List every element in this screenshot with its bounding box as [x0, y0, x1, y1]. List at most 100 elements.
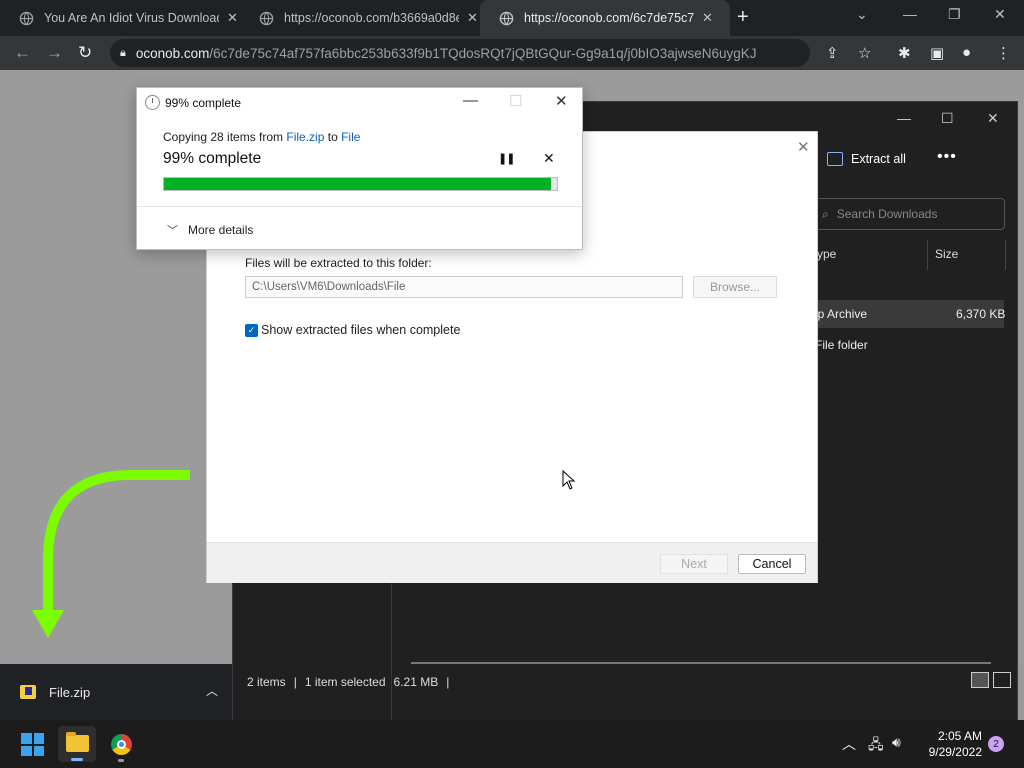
close-icon[interactable]: ✕ [987, 110, 999, 127]
new-tab-button[interactable]: + [737, 6, 749, 29]
close-icon[interactable]: ✕ [994, 6, 1006, 23]
status-separator: | [293, 675, 297, 689]
browser-toolbar: ← → ↻ 🔒︎ oconob.com/6c7de75c74af757fa6bb… [0, 36, 1024, 70]
column-divider[interactable] [927, 240, 928, 270]
horizontal-scrollbar[interactable] [411, 662, 991, 664]
windows-taskbar: ︿ 🖧︎ 🔊︎ 2:05 AM 9/29/2022 2 [0, 720, 1024, 768]
close-tab-icon[interactable]: ✕ [702, 10, 713, 26]
checkmark-icon[interactable]: ✓ [245, 323, 258, 337]
search-icon: ⌕ [822, 206, 829, 221]
pane-divider[interactable] [391, 572, 392, 722]
status-separator: | [446, 675, 450, 689]
minimize-icon[interactable]: — [463, 92, 478, 109]
source-link[interactable]: File.zip [286, 130, 324, 144]
url-domain: oconob.com [135, 45, 210, 61]
browser-tab-2[interactable]: https://oconob.com/b3669a0d8e ✕ [240, 0, 488, 36]
chrome-taskbar-button[interactable] [102, 726, 140, 762]
tab-title: https://oconob.com/b3669a0d8e [284, 11, 459, 25]
extensions-icon[interactable]: ✱ [898, 44, 911, 62]
chrome-icon [111, 734, 132, 755]
system-clock[interactable]: 2:05 AM 9/29/2022 [922, 728, 982, 760]
status-size: 6.21 MB [393, 675, 439, 689]
status-item-count: 2 items [247, 675, 286, 689]
more-options-button[interactable]: ••• [937, 148, 957, 166]
pause-icon[interactable]: ❚❚ [498, 152, 515, 165]
status-selected: 1 item selected [304, 675, 386, 689]
minimize-icon[interactable]: — [897, 110, 911, 126]
clock-time: 2:05 AM [937, 729, 982, 743]
close-tab-icon[interactable]: ✕ [467, 10, 478, 26]
column-header-type[interactable]: ype [817, 247, 836, 261]
close-tab-icon[interactable]: ✕ [227, 10, 238, 26]
progress-fill [164, 178, 552, 190]
explorer-status-bar: 2 items | 1 item selected 6.21 MB | [247, 675, 449, 689]
tiles-view-icon[interactable] [993, 672, 1011, 688]
progress-bar [163, 177, 558, 191]
globe-icon [498, 10, 514, 26]
cancel-button[interactable]: Cancel [738, 554, 806, 574]
close-icon[interactable]: ✕ [797, 138, 810, 156]
running-indicator [118, 759, 124, 762]
folder-icon [66, 732, 89, 752]
wizard-footer: Next Cancel [207, 542, 817, 583]
chevron-up-icon[interactable]: ︿ [206, 682, 218, 699]
reload-icon[interactable]: ↻ [78, 43, 92, 63]
next-button[interactable]: Next [660, 554, 728, 574]
browser-tab-strip: You Are An Idiot Virus Download ✕ https:… [0, 0, 1024, 36]
extract-all-button[interactable]: Extract all [827, 152, 906, 166]
file-explorer-taskbar-button[interactable] [58, 726, 96, 762]
green-arrow-icon [32, 470, 190, 638]
windows-start-icon[interactable] [21, 733, 44, 756]
search-downloads-input[interactable]: ⌕ Search Downloads [811, 198, 1005, 230]
address-bar[interactable]: 🔒︎ oconob.com/6c7de75c74af757fa6bbc253b6… [110, 39, 810, 67]
maximize-icon: ☐ [509, 93, 523, 110]
globe-icon [258, 10, 274, 26]
menu-icon[interactable]: ⋮ [996, 44, 1011, 62]
destination-path-field[interactable]: C:\Users\VM6\Downloads\File [245, 276, 683, 298]
maximize-icon[interactable]: ☐ [941, 110, 954, 127]
cancel-copy-icon[interactable]: ✕ [543, 150, 555, 167]
network-icon[interactable]: 🖧︎ [868, 734, 884, 758]
browser-tab-1[interactable]: You Are An Idiot Virus Download ✕ [0, 0, 248, 36]
row-size-cell: 6,370 KB [956, 307, 1006, 321]
destination-link[interactable]: File [341, 130, 360, 144]
minimize-icon[interactable]: — [903, 6, 917, 22]
more-details-toggle[interactable]: ﹀ More details [167, 222, 253, 238]
destination-label: Files will be extracted to this folder: [245, 256, 432, 270]
more-details-label: More details [188, 223, 254, 237]
chevron-up-icon[interactable]: ︿ [842, 734, 856, 754]
column-header-size[interactable]: Size [935, 247, 958, 261]
clock-icon [145, 95, 160, 110]
url-text[interactable]: oconob.com/6c7de75c74af757fa6bbc253b633f… [136, 46, 796, 61]
column-divider[interactable] [1005, 240, 1006, 270]
active-indicator [71, 758, 83, 761]
percent-complete: 99% complete [163, 150, 262, 167]
tab-search-icon[interactable]: ⌄ [856, 6, 868, 23]
restore-icon[interactable]: ❐ [948, 6, 961, 23]
copy-progress-dialog: 99% complete — ☐ ✕ Copying 28 items from… [136, 87, 583, 250]
back-icon[interactable]: ← [14, 43, 31, 63]
browse-button[interactable]: Browse... [693, 276, 777, 298]
search-placeholder: Search Downloads [836, 207, 938, 221]
tab-title: https://oconob.com/6c7de75c74 [524, 11, 694, 25]
star-icon[interactable]: ☆ [858, 44, 871, 62]
close-icon[interactable]: ✕ [555, 92, 568, 110]
copy-description: Copying 28 items from File.zip to File [163, 130, 360, 144]
row-type-cell[interactable]: File folder [815, 338, 868, 352]
profile-icon[interactable]: ● [962, 44, 971, 61]
notification-badge[interactable]: 2 [988, 736, 1004, 752]
chevron-down-icon: ﹀ [167, 225, 178, 237]
lock-icon[interactable]: 🔒︎ [120, 47, 126, 60]
forward-icon[interactable]: → [46, 43, 63, 63]
details-view-icon[interactable] [971, 672, 989, 688]
share-icon[interactable]: ⇪ [826, 44, 839, 62]
mouse-cursor-icon [562, 470, 576, 490]
side-panel-icon[interactable]: ▣ [930, 44, 944, 62]
dialog-title: 99% complete [165, 96, 242, 110]
row-type-cell: ip Archive [815, 307, 868, 321]
download-item-name[interactable]: File.zip [49, 685, 90, 700]
downloads-shelf: File.zip ︿ [0, 664, 232, 720]
browser-tab-3[interactable]: https://oconob.com/6c7de75c74 ✕ [480, 0, 730, 36]
show-extracted-files-checkbox[interactable]: ✓ Show extracted files when complete [245, 323, 460, 337]
volume-icon[interactable]: 🔊︎ [892, 734, 901, 751]
